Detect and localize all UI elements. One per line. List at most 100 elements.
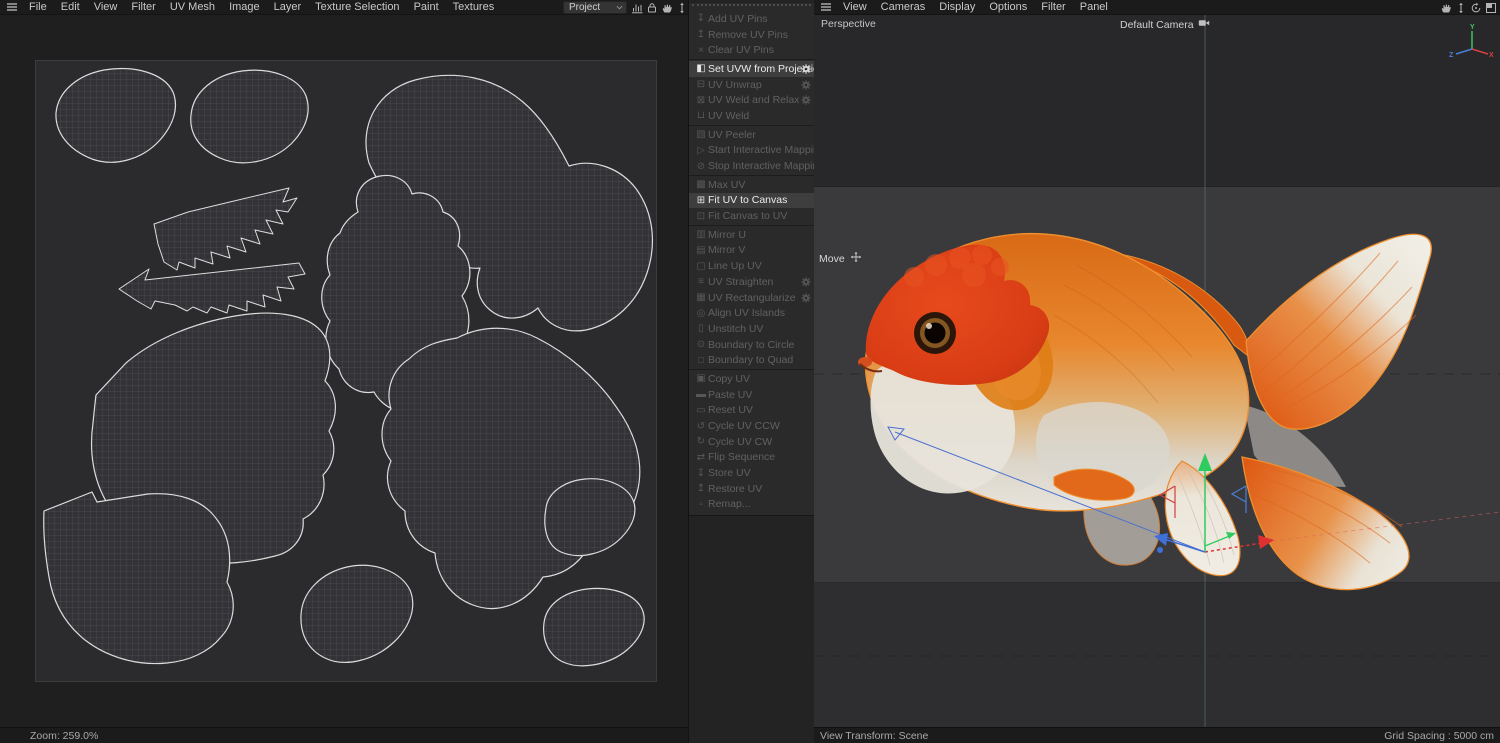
axis-z-label: Z xyxy=(1449,52,1454,59)
uv-panel-item-clear-uv-pins[interactable]: × Clear UV Pins xyxy=(689,42,814,58)
vp-menu-panel[interactable]: Panel xyxy=(1073,0,1115,15)
uv-panel-item-copy-uv[interactable]: ▣ Copy UV xyxy=(689,371,814,387)
uv-panel-item-uv-straighten[interactable]: ≡ UV Straighten xyxy=(689,274,814,290)
menu-image[interactable]: Image xyxy=(222,0,267,15)
gear-icon[interactable] xyxy=(801,292,811,303)
uv-panel-item-mirror-u[interactable]: ▥ Mirror U xyxy=(689,227,814,243)
remap-icon: ▫ xyxy=(699,498,703,510)
fish-eye xyxy=(914,312,956,354)
histogram-icon[interactable] xyxy=(630,1,643,14)
gear-icon[interactable] xyxy=(801,95,811,106)
fit-uv-icon: ⊞ xyxy=(696,194,706,206)
gear-icon[interactable] xyxy=(801,64,811,74)
uv-panel-item-remove-uv-pins[interactable]: ↥ Remove UV Pins xyxy=(689,27,814,43)
uv-panel-item-uv-rectangularize[interactable]: ▦ UV Rectangularize xyxy=(689,290,814,306)
hand-icon[interactable] xyxy=(660,1,673,14)
vp-menu-view[interactable]: View xyxy=(836,0,874,15)
uv-panel-item-stop-interactive-mapping[interactable]: ⊘ Stop Interactive Mapping xyxy=(689,158,814,174)
perspective-viewport[interactable]: Perspective Default Camera Move Y Z X xyxy=(814,15,1500,727)
uv-panel-item-uv-weld[interactable]: ⊔ UV Weld xyxy=(689,108,814,124)
viewport-menubar: View Cameras Display Options Filter Panel xyxy=(814,0,1500,15)
hand-icon[interactable] xyxy=(1439,1,1452,14)
uv-panel-item-align-uv-islands[interactable]: ◎ Align UV Islands xyxy=(689,305,814,321)
uv-island-fin-right xyxy=(544,478,636,557)
uv-panel-item-label: Max UV xyxy=(708,178,746,191)
menu-view[interactable]: View xyxy=(87,0,125,15)
uv-panel-item-unstitch-uv[interactable]: ▯ Unstitch UV xyxy=(689,321,814,337)
menu-file[interactable]: File xyxy=(22,0,54,15)
move-icon xyxy=(850,251,862,266)
hamburger-icon[interactable] xyxy=(6,1,18,13)
uv-panel-item-boundary-to-quad[interactable]: □ Boundary to Quad xyxy=(689,352,814,368)
uv-panel-item-fit-canvas-to-uv[interactable]: ⊡ Fit Canvas to UV xyxy=(689,208,814,224)
project-dropdown[interactable]: Project xyxy=(563,1,627,14)
stop-icon: ⊘ xyxy=(696,160,706,172)
menu-filter[interactable]: Filter xyxy=(124,0,162,15)
menu-uv-mesh[interactable]: UV Mesh xyxy=(163,0,222,15)
active-tool-hud[interactable]: Move xyxy=(819,251,862,266)
uv-panel-group: ◧ Set UVW from Projection ⊟ UV Unwrap ⊠ UV We… xyxy=(689,60,814,126)
uv-panel-item-mirror-v[interactable]: ▤ Mirror V xyxy=(689,243,814,259)
gear-icon[interactable] xyxy=(801,80,811,90)
menu-paint[interactable]: Paint xyxy=(407,0,446,15)
maximize-icon[interactable] xyxy=(1484,1,1497,14)
uv-panel-item-paste-uv[interactable]: ▬ Paste UV xyxy=(689,387,814,403)
uv-panel-item-label: Mirror V xyxy=(708,244,746,257)
lock-icon[interactable] xyxy=(645,1,658,14)
vp-menu-filter[interactable]: Filter xyxy=(1034,0,1072,15)
joint-flag-blue xyxy=(1230,485,1247,513)
uv-panel-item-uv-peeler[interactable]: ▧ UV Peeler xyxy=(689,127,814,143)
uv-editor-toolbar xyxy=(630,1,688,14)
boundary-circle-icon: ⊙ xyxy=(696,339,706,351)
uv-editor-view[interactable] xyxy=(0,15,688,727)
uv-panel-item-remap[interactable]: ▫ Remap... xyxy=(689,497,814,513)
pan-vertical-icon[interactable] xyxy=(675,1,688,14)
uv-panel-item-cycle-uv-ccw[interactable]: ↺ Cycle UV CCW xyxy=(689,418,814,434)
uv-panel-item-boundary-to-circle[interactable]: ⊙ Boundary to Circle xyxy=(689,337,814,353)
uv-panel-item-max-uv[interactable]: ▩ Max UV xyxy=(689,177,814,193)
gear-icon[interactable] xyxy=(801,277,811,287)
uv-panel-group: ↧ Add UV Pins ↥ Remove UV Pins × Clear UV Pin… xyxy=(689,10,814,61)
menu-textures[interactable]: Textures xyxy=(446,0,502,15)
uv-panel-item-label: Copy UV xyxy=(708,372,751,385)
uv-panel-item-flip-sequence[interactable]: ⇄ Flip Sequence xyxy=(689,450,814,466)
viewport-camera-label[interactable]: Default Camera xyxy=(1120,18,1210,31)
uv-panel-item-cycle-uv-cw[interactable]: ↻ Cycle UV CW xyxy=(689,434,814,450)
uv-canvas[interactable] xyxy=(35,60,657,682)
uv-panel-item-restore-uv[interactable]: ↥ Restore UV xyxy=(689,481,814,497)
uv-panel-item-label: Add UV Pins xyxy=(708,12,768,25)
rotate-icon[interactable] xyxy=(1469,1,1482,14)
uv-panel-item-add-uv-pins[interactable]: ↧ Add UV Pins xyxy=(689,11,814,27)
flip-icon: ⇄ xyxy=(696,451,706,463)
uv-panel-item-line-up-uv[interactable]: ▢ Line Up UV xyxy=(689,258,814,274)
uv-command-panel: ↧ Add UV Pins ↥ Remove UV Pins × Clear UV Pin… xyxy=(689,3,815,517)
line-up-icon: ▢ xyxy=(696,260,706,272)
uv-editor-statusbar: Zoom: 259.0% xyxy=(0,727,688,743)
vp-menu-display[interactable]: Display xyxy=(932,0,982,15)
viewport-mode-label[interactable]: Perspective xyxy=(821,18,876,30)
view-transform-status: View Transform: Scene xyxy=(820,729,929,742)
uv-panel-item-uv-unwrap[interactable]: ⊟ UV Unwrap xyxy=(689,77,814,93)
uv-panel-item-label: UV Weld and Relax xyxy=(708,94,800,107)
uv-panel-item-label: Clear UV Pins xyxy=(708,44,774,57)
uv-panel-item-fit-uv-to-canvas[interactable]: ⊞ Fit UV to Canvas xyxy=(689,192,814,209)
vp-menu-options[interactable]: Options xyxy=(982,0,1034,15)
uv-panel-item-uv-weld-and-relax[interactable]: ⊠ UV Weld and Relax xyxy=(689,92,814,108)
max-uv-icon: ▩ xyxy=(696,179,706,191)
project-dropdown-value: Project xyxy=(569,2,601,13)
uv-editor-menu: File Edit View Filter UV Mesh Image Layer Textu… xyxy=(22,0,501,15)
pan-vertical-icon[interactable] xyxy=(1454,1,1467,14)
uv-panel-item-set-uvw-from-projection[interactable]: ◧ Set UVW from Projection xyxy=(689,61,814,77)
uv-panel-item-store-uv[interactable]: ↧ Store UV xyxy=(689,465,814,481)
boundary-quad-icon: □ xyxy=(697,354,705,366)
uv-panel-item-reset-uv[interactable]: ▭ Reset UV xyxy=(689,403,814,419)
menu-layer[interactable]: Layer xyxy=(267,0,309,15)
axis-orientation-gizmo[interactable]: Y Z X xyxy=(1448,21,1494,63)
menu-edit[interactable]: Edit xyxy=(54,0,87,15)
vp-menu-cameras[interactable]: Cameras xyxy=(874,0,933,15)
uv-panel-item-label: Unstitch UV xyxy=(708,322,764,335)
hamburger-icon[interactable] xyxy=(820,1,832,13)
uv-panel-item-start-interactive-mapping[interactable]: ▷ Start Interactive Mapping xyxy=(689,143,814,159)
menu-texture-selection[interactable]: Texture Selection xyxy=(308,0,406,15)
goldfish-model[interactable] xyxy=(858,233,1432,591)
